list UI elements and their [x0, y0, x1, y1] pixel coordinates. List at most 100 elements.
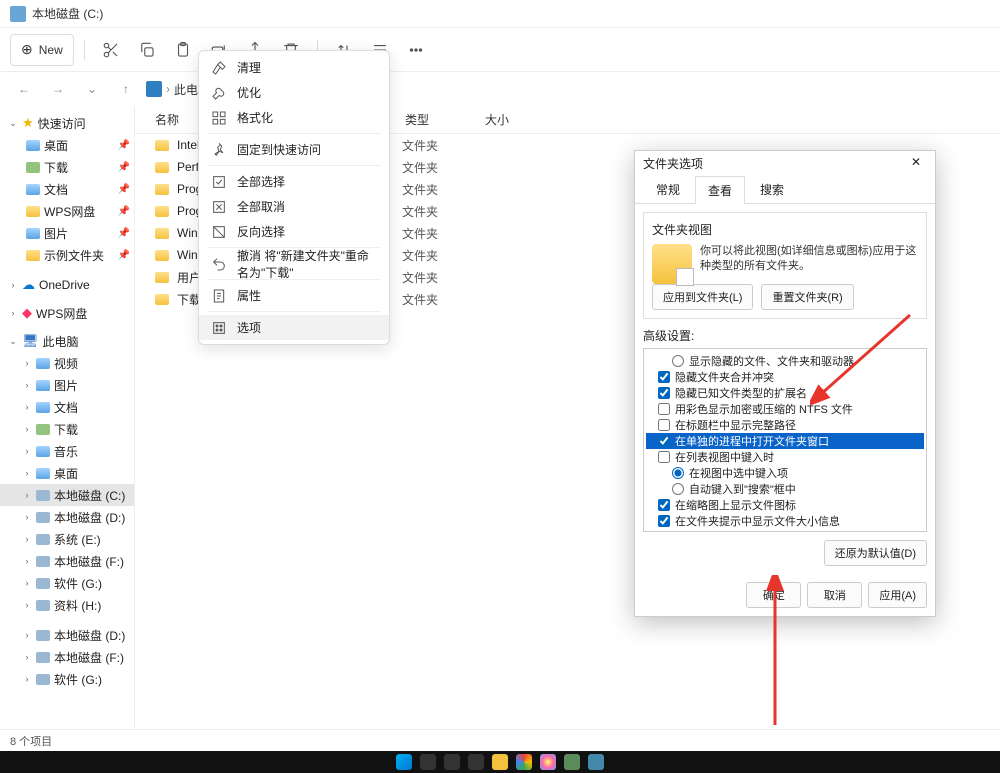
drive-icon [10, 6, 26, 22]
menu-item[interactable]: 优化 [199, 80, 389, 105]
more-button[interactable] [400, 34, 432, 66]
checkbox-input[interactable] [658, 451, 670, 463]
back-button[interactable]: ← [10, 75, 38, 103]
checkbox-input[interactable] [658, 403, 670, 415]
menu-item[interactable]: 反向选择 [199, 219, 389, 244]
menu-item[interactable]: 属性 [199, 283, 389, 308]
sidebar-onedrive[interactable]: ›☁OneDrive [0, 274, 134, 296]
advanced-setting-item[interactable]: 在预览窗格中显示预览控件 [646, 529, 924, 532]
advanced-setting-item[interactable]: 在视图中选中键入项 [646, 465, 924, 481]
checkbox-input[interactable] [658, 419, 670, 431]
sidebar-this-pc[interactable]: ⌄🖥此电脑 [0, 330, 134, 352]
advanced-setting-item[interactable]: 在标题栏中显示完整路径 [646, 417, 924, 433]
advanced-setting-item[interactable]: 在文件夹提示中显示文件大小信息 [646, 513, 924, 529]
chevron-right-icon: › [22, 446, 32, 456]
advanced-setting-item[interactable]: 自动键入到"搜索"框中 [646, 481, 924, 497]
ok-button[interactable]: 确定 [746, 582, 801, 608]
chevron-right-icon: › [22, 652, 32, 662]
apply-to-folders-button[interactable]: 应用到文件夹(L) [652, 284, 753, 310]
checkbox-input[interactable] [658, 435, 670, 447]
documents-icon [26, 184, 40, 195]
search-icon[interactable] [420, 754, 436, 770]
advanced-setting-item[interactable]: 在列表视图中键入时 [646, 449, 924, 465]
advanced-setting-item[interactable]: 隐藏文件夹合并冲突 [646, 369, 924, 385]
checkbox-input[interactable] [658, 531, 670, 532]
sidebar-item-desktop[interactable]: 桌面📌 [0, 134, 134, 156]
sidebar-item-wps[interactable]: WPS网盘📌 [0, 200, 134, 222]
restore-defaults-button[interactable]: 还原为默认值(D) [824, 540, 927, 566]
sidebar-item-drive-d[interactable]: ›本地磁盘 (D:) [0, 506, 134, 528]
checkbox-input[interactable] [658, 387, 670, 399]
sidebar-item-drive-h[interactable]: ›资料 (H:) [0, 594, 134, 616]
sidebar-item-pictures[interactable]: 图片📌 [0, 222, 134, 244]
cancel-button[interactable]: 取消 [807, 582, 862, 608]
chevron-right-icon: › [22, 380, 32, 390]
advanced-setting-item[interactable]: 用彩色显示加密或压缩的 NTFS 文件 [646, 401, 924, 417]
chevron-right-icon: › [22, 534, 32, 544]
taskview-icon[interactable] [444, 754, 460, 770]
sidebar-item-drive-g2[interactable]: ›软件 (G:) [0, 668, 134, 690]
advanced-setting-item[interactable]: 显示隐藏的文件、文件夹和驱动器 [646, 353, 924, 369]
checkbox-input[interactable] [658, 371, 670, 383]
new-button[interactable]: ⊕ New [10, 34, 74, 66]
advanced-setting-item[interactable]: 在缩略图上显示文件图标 [646, 497, 924, 513]
pin-icon: 📌 [118, 206, 130, 217]
advanced-setting-item[interactable]: 隐藏已知文件类型的扩展名 [646, 385, 924, 401]
tab-general[interactable]: 常规 [643, 175, 693, 203]
forward-button[interactable]: → [44, 75, 72, 103]
recent-button[interactable]: ⌄ [78, 75, 106, 103]
checkbox-input[interactable] [658, 499, 670, 511]
sidebar-item-sample[interactable]: 示例文件夹📌 [0, 244, 134, 266]
radio-input[interactable] [672, 355, 684, 367]
sidebar-item-pictures2[interactable]: ›图片 [0, 374, 134, 396]
radio-input[interactable] [672, 467, 684, 479]
radio-input[interactable] [672, 483, 684, 495]
sidebar-item-desktop2[interactable]: ›桌面 [0, 462, 134, 484]
menu-item[interactable]: 格式化 [199, 105, 389, 130]
col-type[interactable]: 类型 [405, 111, 485, 128]
sidebar-item-documents[interactable]: 文档📌 [0, 178, 134, 200]
close-button[interactable]: ✕ [911, 155, 927, 171]
tab-search[interactable]: 搜索 [747, 175, 797, 203]
sidebar-item-documents2[interactable]: ›文档 [0, 396, 134, 418]
sidebar-item-downloads[interactable]: 下载📌 [0, 156, 134, 178]
app-icon[interactable] [588, 754, 604, 770]
sidebar-item-drive-d2[interactable]: ›本地磁盘 (D:) [0, 624, 134, 646]
menu-item[interactable]: 全部取消 [199, 194, 389, 219]
tab-view[interactable]: 查看 [695, 176, 745, 204]
cut-button[interactable] [95, 34, 127, 66]
copy-button[interactable] [131, 34, 163, 66]
col-size[interactable]: 大小 [485, 111, 565, 128]
sidebar-item-videos[interactable]: ›视频 [0, 352, 134, 374]
menu-item[interactable]: 全部选择 [199, 169, 389, 194]
sidebar-item-drive-g[interactable]: ›软件 (G:) [0, 572, 134, 594]
sidebar-item-music[interactable]: ›音乐 [0, 440, 134, 462]
widgets-icon[interactable] [468, 754, 484, 770]
app-icon[interactable] [564, 754, 580, 770]
videos-icon [36, 358, 50, 369]
sidebar-item-drive-f[interactable]: ›本地磁盘 (F:) [0, 550, 134, 572]
sidebar-wps-drive[interactable]: ›◆WPS网盘 [0, 302, 134, 324]
sidebar-item-drive-e[interactable]: ›系统 (E:) [0, 528, 134, 550]
menu-item[interactable]: 清理 [199, 55, 389, 80]
sidebar-item-drive-c[interactable]: ›本地磁盘 (C:) [0, 484, 134, 506]
app-icon[interactable] [540, 754, 556, 770]
setting-label: 在视图中选中键入项 [689, 465, 788, 481]
menu-item[interactable]: 选项 [199, 315, 389, 340]
menu-item[interactable]: 固定到快速访问 [199, 137, 389, 162]
sidebar-label: 软件 (G:) [54, 575, 130, 592]
sidebar-item-downloads2[interactable]: ›下载 [0, 418, 134, 440]
advanced-settings[interactable]: 显示隐藏的文件、文件夹和驱动器隐藏文件夹合并冲突隐藏已知文件类型的扩展名用彩色显… [643, 348, 927, 532]
apply-button[interactable]: 应用(A) [868, 582, 927, 608]
sidebar-quick-access[interactable]: ⌄ ★ 快速访问 [0, 112, 134, 134]
reset-folders-button[interactable]: 重置文件夹(R) [761, 284, 853, 310]
up-button[interactable]: ↑ [112, 75, 140, 103]
paste-button[interactable] [167, 34, 199, 66]
sidebar-item-drive-f2[interactable]: ›本地磁盘 (F:) [0, 646, 134, 668]
chrome-icon[interactable] [516, 754, 532, 770]
start-icon[interactable] [396, 754, 412, 770]
menu-item[interactable]: 撤消 将"新建文件夹"重命名为"下载" [199, 251, 389, 276]
advanced-setting-item[interactable]: 在单独的进程中打开文件夹窗口 [646, 433, 924, 449]
checkbox-input[interactable] [658, 515, 670, 527]
explorer-icon[interactable] [492, 754, 508, 770]
